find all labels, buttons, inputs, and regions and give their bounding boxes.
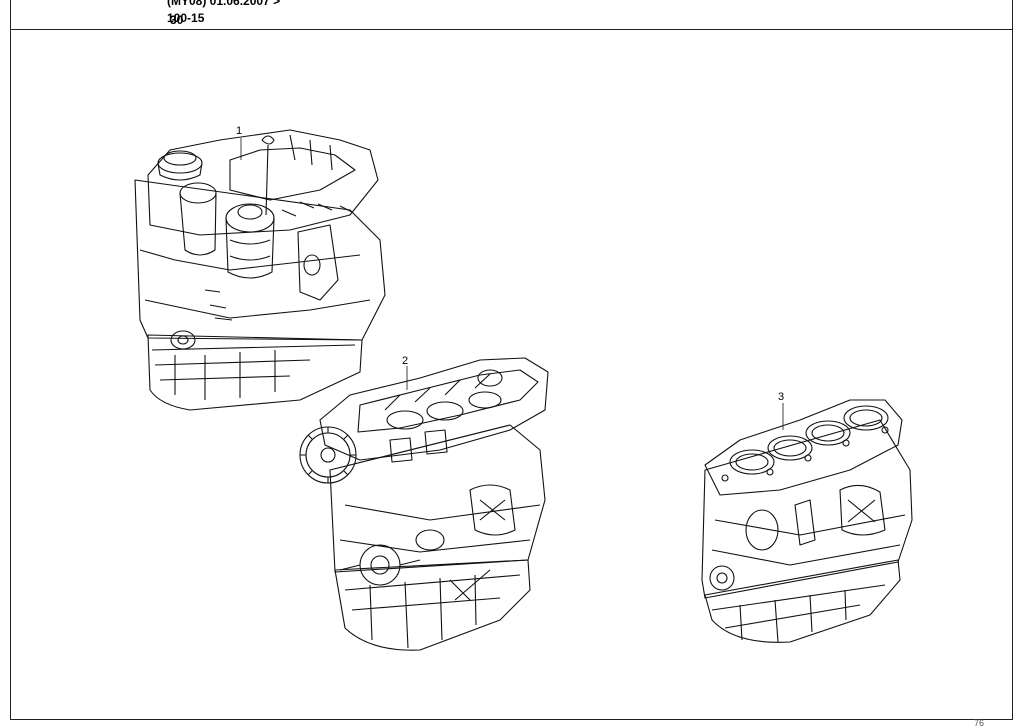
parts-illustration: 1 2 3 — [134, 125, 913, 651]
engine-2-drawing — [299, 357, 549, 651]
corner-mark: 76 — [973, 718, 984, 728]
callout-2: 2 — [402, 355, 408, 367]
callout-3: 3 — [778, 391, 784, 403]
engine-3-drawing — [701, 399, 913, 643]
engine-1-drawing — [134, 129, 386, 411]
callout-1: 1 — [236, 125, 242, 137]
